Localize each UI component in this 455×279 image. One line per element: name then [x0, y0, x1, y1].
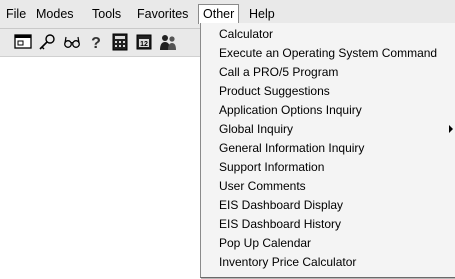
key-icon[interactable]	[37, 33, 57, 51]
toolbar: ? 12	[0, 29, 200, 57]
menu-item-support-information[interactable]: Support Information	[219, 158, 451, 176]
application-window: File Modes Tools Favorites Other Help ? …	[0, 0, 455, 279]
menu-item-calculator[interactable]: Calculator	[219, 25, 451, 43]
svg-text:12: 12	[140, 41, 148, 48]
menu-favorites[interactable]: Favorites	[137, 6, 188, 22]
menu-item-call-pro5-program[interactable]: Call a PRO/5 Program	[219, 63, 451, 81]
menu-tools[interactable]: Tools	[92, 6, 121, 22]
menu-item-product-suggestions[interactable]: Product Suggestions	[219, 82, 451, 100]
menu-item-pop-up-calendar[interactable]: Pop Up Calendar	[219, 234, 451, 252]
other-menu-dropdown: Calculator Execute an Operating System C…	[200, 23, 455, 278]
glasses-icon[interactable]	[62, 33, 82, 51]
svg-text:?: ?	[91, 35, 101, 51]
window-icon[interactable]	[13, 33, 33, 51]
menu-item-global-inquiry[interactable]: Global Inquiry	[219, 120, 453, 138]
menu-item-eis-dashboard-display[interactable]: EIS Dashboard Display	[219, 196, 451, 214]
menu-modes[interactable]: Modes	[36, 6, 74, 22]
menu-item-inventory-price-calculator[interactable]: Inventory Price Calculator	[219, 253, 451, 271]
calculator-icon[interactable]	[110, 33, 130, 51]
calendar-icon[interactable]: 12	[134, 33, 154, 51]
menu-item-eis-dashboard-history[interactable]: EIS Dashboard History	[219, 215, 451, 233]
submenu-arrow-icon	[449, 125, 453, 133]
menu-item-application-options-inquiry[interactable]: Application Options Inquiry	[219, 101, 451, 119]
help-icon[interactable]: ?	[86, 33, 106, 51]
menu-file[interactable]: File	[6, 6, 26, 22]
menu-item-general-information-inquiry[interactable]: General Information Inquiry	[219, 139, 451, 157]
menu-other[interactable]: Other	[198, 4, 240, 24]
menu-item-execute-os-command[interactable]: Execute an Operating System Command	[219, 44, 451, 62]
menu-item-global-inquiry-label: Global Inquiry	[219, 122, 294, 136]
menu-item-user-comments[interactable]: User Comments	[219, 177, 451, 195]
people-icon[interactable]	[158, 33, 178, 51]
menu-help[interactable]: Help	[249, 6, 275, 22]
